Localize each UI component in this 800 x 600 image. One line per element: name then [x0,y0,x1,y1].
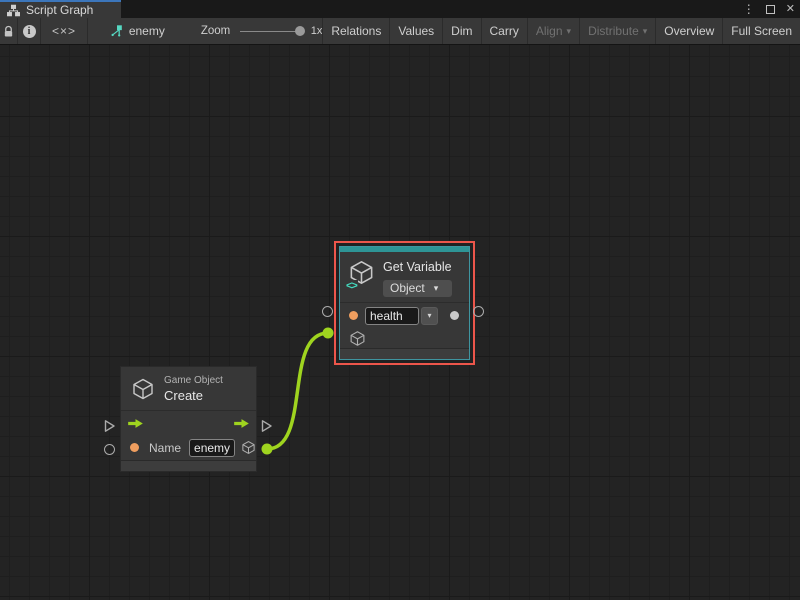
relations-label: Relations [331,24,381,38]
info-icon: i [23,25,36,38]
flow-input-arrow-icon[interactable] [127,418,144,429]
align-button[interactable]: Align ▾ [527,18,579,44]
kebab-menu-icon[interactable]: ⋮ [743,3,755,15]
close-icon[interactable]: ✕ [786,4,795,15]
game-object-type-icon [349,330,366,347]
create-flow-row [121,411,256,436]
tab-script-graph[interactable]: Script Graph [0,0,121,18]
variable-name-dropdown[interactable]: ▾ [421,307,438,325]
tab-bar: Script Graph ⋮ ✕ [0,0,800,18]
variable-name-port[interactable] [349,311,358,320]
variable-scope-dropdown[interactable]: Object ▾ [383,280,452,297]
name-label: Name [149,441,181,455]
create-name-row: Name [121,436,256,460]
variable-right-port[interactable] [473,306,484,317]
create-node-footer [121,460,256,471]
name-input-port[interactable] [130,443,139,452]
zoom-slider-handle[interactable] [295,26,305,36]
get-variable-node[interactable]: <> Get Variable Object ▾ ▾ [339,246,470,360]
name-value-port[interactable] [104,444,115,455]
dim-label: Dim [451,24,472,38]
graph-hierarchy-icon [7,4,20,17]
full-screen-button[interactable]: Full Screen [722,18,800,44]
variable-left-port[interactable] [322,306,333,317]
game-object-type-icon [241,439,256,456]
get-variable-footer [340,348,469,359]
variable-name-input[interactable] [365,307,419,325]
zoom-slider[interactable] [240,26,303,36]
connection-end-dot[interactable] [323,328,334,339]
script-graph-window: Script Graph ⋮ ✕ i <×> [0,0,800,600]
flow-output-arrow-icon[interactable] [233,418,250,429]
variable-type-glyph: <> [346,280,358,292]
variable-cube-icon: <> [348,259,375,289]
dim-button[interactable]: Dim [442,18,480,44]
values-button[interactable]: Values [389,18,442,44]
graph-node-icon [110,24,124,38]
lock-icon [3,25,14,38]
relations-button[interactable]: Relations [322,18,389,44]
tab-title: Script Graph [26,3,93,17]
create-node[interactable]: Game Object Create Name [120,366,257,472]
get-variable-selection-outline: <> Get Variable Object ▾ ▾ [334,241,475,365]
graph-breadcrumb[interactable]: enemy [110,18,165,44]
name-value-input[interactable] [189,439,235,457]
caret-down-icon: ▾ [567,27,572,36]
code-icon: <×> [52,24,76,38]
flow-input-port[interactable] [103,419,116,433]
create-node-title: Create [164,388,223,403]
caret-down-icon: ▾ [643,27,648,36]
connection-start-dot[interactable] [262,444,273,455]
graph-canvas[interactable]: Game Object Create Name [0,45,800,600]
values-label: Values [398,24,434,38]
caret-down-icon: ▾ [427,311,431,320]
distribute-button[interactable]: Distribute ▾ [579,18,655,44]
gameobject-connection-wire[interactable] [262,328,334,455]
carry-label: Carry [490,24,519,38]
align-label: Align [536,24,563,38]
get-variable-header: <> Get Variable Object ▾ [340,252,469,302]
maximize-icon[interactable] [766,5,775,14]
full-screen-label: Full Screen [731,24,792,38]
variable-object-row [340,328,469,348]
caret-down-icon: ▾ [434,284,439,293]
graph-toolbar: i <×> enemy Zoom 1x Relations Values Dim… [0,18,800,45]
create-node-category: Game Object [164,375,223,386]
get-variable-title: Get Variable [383,260,452,274]
graph-name: enemy [129,24,165,38]
carry-button[interactable]: Carry [481,18,527,44]
create-node-header: Game Object Create [121,367,256,410]
info-button[interactable]: i [18,18,41,44]
zoom-label: Zoom [201,25,230,37]
toolbar-buttons: Relations Values Dim Carry Align ▾ Distr… [322,18,800,44]
overview-label: Overview [664,24,714,38]
window-controls: ⋮ ✕ [743,0,795,18]
overview-button[interactable]: Overview [655,18,722,44]
code-preview-button[interactable]: <×> [41,18,88,44]
game-object-cube-icon [131,377,155,401]
variable-scope-value: Object [390,281,425,295]
value-output-port[interactable] [450,311,459,320]
flow-output-port[interactable] [260,419,273,433]
lock-button[interactable] [0,18,18,44]
variable-value-row: ▾ [340,303,469,328]
zoom-value: 1x [311,25,323,37]
distribute-label: Distribute [588,24,639,38]
